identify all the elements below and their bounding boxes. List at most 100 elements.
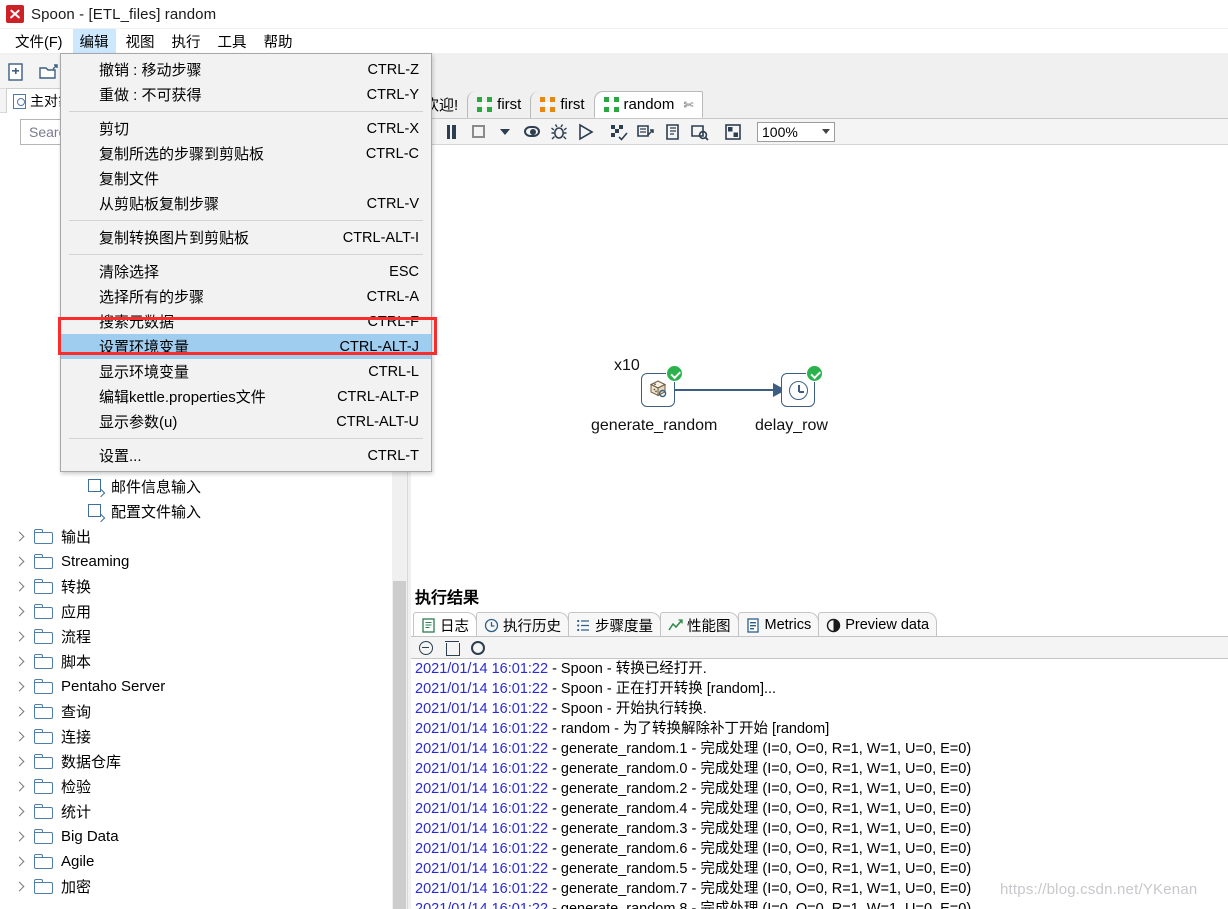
menu-tools[interactable]: 工具 [211, 29, 254, 54]
debug-icon[interactable] [550, 123, 568, 141]
canvas-step-generate-random[interactable] [641, 365, 683, 407]
transformation-canvas[interactable]: x10 generate_random delay_row [411, 145, 1228, 644]
menu-item-show-environment-variables[interactable]: 显示环境变量 CTRL-L [61, 359, 431, 384]
canvas-toolbar: 100% [411, 119, 1228, 145]
chevron-right-icon[interactable] [14, 581, 26, 593]
chevron-right-icon[interactable] [14, 631, 26, 643]
exec-tab-metrics[interactable]: Metrics [737, 612, 820, 637]
menu-item-redo[interactable]: 重做 : 不可获得 CTRL-Y [61, 82, 431, 107]
exec-tab-preview-data[interactable]: Preview data [818, 612, 938, 637]
tree-folder-cryptography[interactable]: 加密 [0, 874, 392, 899]
menu-item-shortcut: CTRL-ALT-P [337, 388, 419, 405]
chevron-right-icon[interactable] [14, 831, 26, 843]
folder-icon [34, 554, 53, 569]
log-output[interactable]: 2021/01/14 16:01:22 - Spoon - 转换已经打开. 20… [411, 658, 1228, 909]
chevron-right-icon[interactable] [14, 881, 26, 893]
open-folder-icon[interactable] [38, 62, 58, 82]
tree-folder-big-data[interactable]: Big Data [0, 824, 392, 849]
tree-folder-statistics[interactable]: 统计 [0, 799, 392, 824]
transformation-check-icon[interactable] [610, 123, 628, 141]
folder-icon [34, 579, 53, 594]
new-file-icon[interactable] [6, 62, 26, 82]
menu-view[interactable]: 视图 [119, 29, 162, 54]
exec-tab-performance-graph[interactable]: 性能图 [660, 612, 739, 637]
stop-icon[interactable] [469, 123, 487, 141]
delete-icon[interactable] [445, 640, 460, 656]
log-line: 2021/01/14 16:01:22 - generate_random.6 … [415, 841, 972, 857]
chevron-right-icon[interactable] [14, 731, 26, 743]
left-panel-scrollbar-thumb[interactable] [393, 581, 406, 909]
menu-item-set-environment-variables[interactable]: 设置环境变量 CTRL-ALT-J [61, 334, 431, 359]
chevron-right-icon[interactable] [14, 781, 26, 793]
sql-icon[interactable] [664, 123, 682, 141]
tab-random[interactable]: random ✄ [593, 91, 704, 118]
menu-item-label: 设置环境变量 [99, 339, 190, 356]
chevron-right-icon[interactable] [14, 556, 26, 568]
zoom-select[interactable]: 100% [757, 121, 835, 142]
exec-tab-step-metrics[interactable]: 步骤度量 [568, 612, 661, 637]
menu-item-paste-steps[interactable]: 从剪贴板复制步骤 CTRL-V [61, 191, 431, 216]
tree-folder-label: 转换 [61, 579, 92, 596]
menu-item-copy-steps[interactable]: 复制所选的步骤到剪贴板 CTRL-C [61, 141, 431, 166]
tab-first-transformation[interactable]: first [467, 91, 531, 118]
tree-folder-validation[interactable]: 检验 [0, 774, 392, 799]
pause-icon[interactable] [442, 123, 460, 141]
explore-db-icon[interactable] [691, 123, 709, 141]
menu-item-label: 搜索元数据 [99, 314, 175, 331]
tree-folder-data-warehouse[interactable]: 数据仓库 [0, 749, 392, 774]
tree-folder-flow[interactable]: 流程 [0, 624, 392, 649]
menu-edit[interactable]: 编辑 [72, 28, 116, 54]
tree-leaf-properties-input[interactable]: 配置文件输入 [0, 499, 392, 524]
chevron-right-icon[interactable] [14, 856, 26, 868]
tree-folder-lookup[interactable]: 查询 [0, 699, 392, 724]
tab-first-job[interactable]: first [530, 91, 594, 118]
tree-leaf-mail-input[interactable]: 邮件信息输入 [0, 474, 392, 499]
exec-tab-history[interactable]: 执行历史 [476, 612, 569, 637]
tree-folder-streaming[interactable]: Streaming [0, 549, 392, 574]
menu-item-copy-file[interactable]: 复制文件 [61, 166, 431, 191]
hop-connection[interactable] [675, 389, 785, 391]
chevron-right-icon[interactable] [14, 606, 26, 618]
tree-folder-scripting[interactable]: 脚本 [0, 649, 392, 674]
tab-first-job-label: first [560, 96, 585, 113]
chevron-right-icon[interactable] [14, 706, 26, 718]
menu-item-undo[interactable]: 撤销 : 移动步骤 CTRL-Z [61, 57, 431, 82]
close-icon[interactable]: ✄ [683, 98, 693, 112]
menu-item-select-all-steps[interactable]: 选择所有的步骤 CTRL-A [61, 284, 431, 309]
menu-item-label: 复制转换图片到剪贴板 [99, 230, 250, 247]
run-icon[interactable] [577, 123, 595, 141]
menu-help[interactable]: 帮助 [257, 29, 300, 54]
menu-item-show-arguments[interactable]: 显示参数(u) CTRL-ALT-U [61, 409, 431, 434]
menu-item-label: 选择所有的步骤 [99, 289, 205, 306]
menu-item-clear-selection[interactable]: 清除选择 ESC [61, 259, 431, 284]
exec-tab-log[interactable]: 日志 [413, 612, 477, 637]
tree-folder-agile[interactable]: Agile [0, 849, 392, 874]
exec-tab-preview-data-label: Preview data [845, 617, 930, 633]
preview-icon[interactable] [523, 123, 541, 141]
canvas-step-delay-row[interactable] [781, 365, 823, 407]
impact-analysis-icon[interactable] [637, 123, 655, 141]
menu-run[interactable]: 执行 [165, 29, 208, 54]
chevron-right-icon[interactable] [14, 531, 26, 543]
chevron-down-icon[interactable] [822, 129, 830, 134]
chevron-right-icon[interactable] [14, 656, 26, 668]
chevron-right-icon[interactable] [14, 806, 26, 818]
caret-down-icon[interactable] [496, 123, 514, 141]
menu-item-copy-image[interactable]: 复制转换图片到剪贴板 CTRL-ALT-I [61, 225, 431, 250]
menu-item-edit-kettle-properties[interactable]: 编辑kettle.properties文件 CTRL-ALT-P [61, 384, 431, 409]
log-settings-icon[interactable] [471, 640, 485, 655]
steps-tree: 表输入 邮件信息输入 配置文件输入 输出 Streaming [0, 447, 392, 909]
tree-folder-transform[interactable]: 转换 [0, 574, 392, 599]
chevron-right-icon[interactable] [14, 756, 26, 768]
menu-item-settings[interactable]: 设置... CTRL-T [61, 443, 431, 468]
tree-folder-joins[interactable]: 连接 [0, 724, 392, 749]
chevron-right-icon[interactable] [14, 681, 26, 693]
tree-folder-pentaho-server[interactable]: Pentaho Server [0, 674, 392, 699]
tree-folder-application[interactable]: 应用 [0, 599, 392, 624]
show-grid-icon[interactable] [724, 123, 742, 141]
menu-item-search-metadata[interactable]: 搜索元数据 CTRL-F [61, 309, 431, 334]
menu-file[interactable]: 文件(F) [8, 29, 70, 54]
tree-folder-output[interactable]: 输出 [0, 524, 392, 549]
clear-log-icon[interactable] [419, 640, 433, 655]
menu-item-cut[interactable]: 剪切 CTRL-X [61, 116, 431, 141]
